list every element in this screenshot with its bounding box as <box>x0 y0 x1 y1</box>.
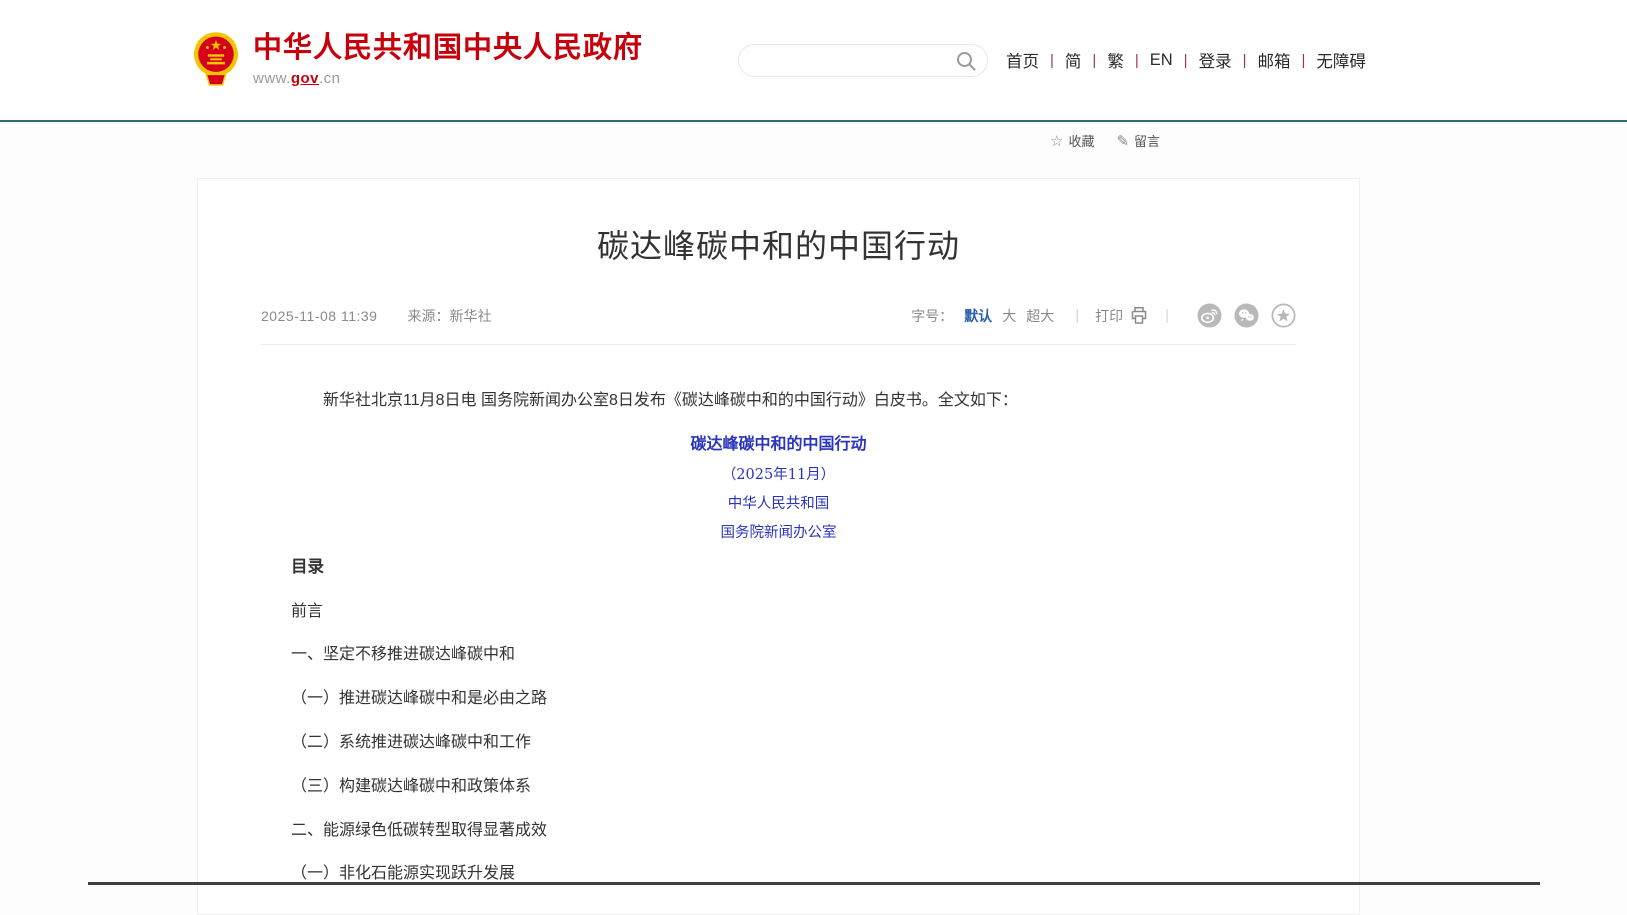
search-button[interactable] <box>955 50 977 72</box>
doc-title: 碳达峰碳中和的中国行动 <box>291 437 1266 454</box>
nav-separator: | <box>1301 52 1305 69</box>
article-title: 碳达峰碳中和的中国行动 <box>261 221 1296 267</box>
article-card: 碳达峰碳中和的中国行动 2025-11-08 11:39 来源： 新华社 字号：… <box>197 178 1360 915</box>
nav-simplified[interactable]: 简 <box>1065 48 1082 72</box>
article-meta-row: 2025-11-08 11:39 来源： 新华社 字号： 默认 大 超大 | 打… <box>261 303 1296 345</box>
toc-item-section1-3: （三）构建碳达峰碳中和政策体系 <box>291 779 1266 796</box>
nav-home[interactable]: 首页 <box>1006 48 1039 72</box>
nav-separator: | <box>1135 52 1139 69</box>
share-icons <box>1185 303 1296 328</box>
header-divider <box>0 120 1627 122</box>
search-icon <box>955 50 977 72</box>
toc-item-section2-1: （一）非化石能源实现跃升发展 <box>291 866 1266 883</box>
nav-login[interactable]: 登录 <box>1199 48 1232 72</box>
comment-label: 留言 <box>1134 131 1160 150</box>
toc-item-section1-2: （二）系统推进碳达峰碳中和工作 <box>291 735 1266 752</box>
nav-mail[interactable]: 邮箱 <box>1257 48 1290 72</box>
nav-separator: | <box>1050 52 1054 69</box>
page-actions: ☆ 收藏 ✎ 留言 <box>1050 131 1182 150</box>
site-url-domain: gov <box>291 70 319 87</box>
font-size-large[interactable]: 大 <box>1002 306 1016 326</box>
site-url-prefix: www. <box>253 70 291 87</box>
print-label: 打印 <box>1095 306 1123 326</box>
nav-separator: | <box>1243 52 1247 69</box>
doc-org-line2: 国务院新闻办公室 <box>291 526 1266 541</box>
nav-traditional[interactable]: 繁 <box>1107 48 1124 72</box>
bottom-rule <box>88 882 1540 885</box>
font-size-label: 字号： <box>911 306 953 326</box>
weibo-icon[interactable] <box>1197 303 1222 328</box>
page: 中华人民共和国中央人民政府 www.gov.cn 首页 | <box>0 0 1627 915</box>
search-input[interactable] <box>739 52 987 68</box>
comment-button[interactable]: ✎ 留言 <box>1116 131 1160 150</box>
site-logo[interactable]: 中华人民共和国中央人民政府 www.gov.cn <box>193 31 643 89</box>
article-date: 2025-11-08 11:39 <box>261 308 377 324</box>
site-url-suffix: .cn <box>319 70 341 87</box>
favorite-button[interactable]: ☆ 收藏 <box>1050 131 1094 150</box>
doc-date: （2025年11月） <box>291 468 1266 483</box>
article-source-label: 来源： <box>407 306 449 326</box>
toc-title: 目录 <box>291 559 1266 576</box>
nav-separator: | <box>1184 52 1188 69</box>
wechat-icon[interactable] <box>1234 303 1259 328</box>
meta-separator: | <box>1075 307 1079 324</box>
article-source: 新华社 <box>449 306 491 326</box>
favorite-label: 收藏 <box>1068 131 1094 150</box>
lead-paragraph: 新华社北京11月8日电 国务院新闻办公室8日发布《碳达峰碳中和的中国行动》白皮书… <box>291 393 1266 410</box>
toc-item-section1: 一、坚定不移推进碳达峰碳中和 <box>291 647 1266 664</box>
toc-item-section1-1: （一）推进碳达峰碳中和是必由之路 <box>291 691 1266 708</box>
national-emblem-icon <box>193 31 239 89</box>
site-title: 中华人民共和国中央人民政府 <box>253 33 643 65</box>
print-button[interactable]: 打印 <box>1095 306 1149 326</box>
star-outline-icon: ☆ <box>1050 132 1063 150</box>
toc-item-section2: 二、能源绿色低碳转型取得显著成效 <box>291 823 1266 840</box>
pencil-icon: ✎ <box>1116 132 1129 150</box>
search-box <box>738 44 988 77</box>
font-size-xlarge[interactable]: 超大 <box>1026 306 1054 326</box>
printer-icon <box>1129 306 1149 325</box>
nav-english[interactable]: EN <box>1150 51 1173 70</box>
toc-item-preface: 前言 <box>291 604 1266 621</box>
nav-accessibility[interactable]: 无障碍 <box>1316 48 1366 72</box>
font-size-default[interactable]: 默认 <box>964 306 992 326</box>
doc-org-line1: 中华人民共和国 <box>291 497 1266 512</box>
article-body: 新华社北京11月8日电 国务院新闻办公室8日发布《碳达峰碳中和的中国行动》白皮书… <box>261 345 1296 883</box>
nav-separator: | <box>1092 52 1096 69</box>
site-url[interactable]: www.gov.cn <box>253 70 643 87</box>
site-header: 中华人民共和国中央人民政府 www.gov.cn 首页 | <box>0 0 1627 120</box>
star-share-icon[interactable] <box>1271 303 1296 328</box>
top-nav: 首页 | 简 | 繁 | EN | 登录 | 邮箱 | 无障碍 <box>1006 48 1366 72</box>
meta-separator: | <box>1165 307 1169 324</box>
